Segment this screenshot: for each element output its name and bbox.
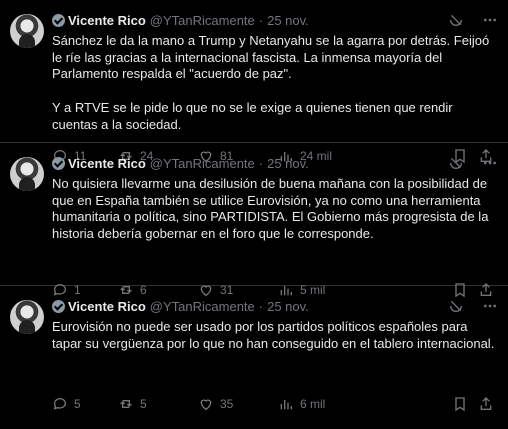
like-button[interactable]: 35 [198, 396, 233, 412]
share-icon [480, 397, 492, 410]
tweet-text: No quisiera llevarme una desilusión de b… [52, 176, 489, 242]
tweet-text: Sánchez le da la mano a Trump y Netanyah… [52, 33, 490, 132]
verified-badge-icon [52, 13, 65, 27]
more-options-icon[interactable] [482, 12, 498, 28]
separator-dot: · [258, 298, 264, 314]
tweet-date[interactable]: 25 nov. [267, 299, 309, 314]
views-button[interactable]: 6 mil [278, 396, 325, 412]
separator-dot: · [258, 12, 264, 28]
more-options-icon[interactable] [482, 155, 498, 171]
retweet-button[interactable]: 5 [118, 396, 147, 412]
bookmark-button[interactable] [452, 396, 468, 415]
views-count: 6 mil [300, 397, 326, 411]
like-count: 35 [220, 397, 234, 411]
like-icon [200, 399, 212, 411]
reply-count: 5 [74, 397, 81, 411]
tweet[interactable]: Vicente Rico @YTanRicamente · 25 nov. Eu… [0, 286, 508, 429]
tweet-date[interactable]: 25 nov. [267, 156, 309, 171]
author-handle[interactable]: @YTanRicamente [150, 299, 255, 314]
tweet-date[interactable]: 25 nov. [267, 13, 309, 28]
author-name[interactable]: Vicente Rico [68, 156, 146, 171]
tweet-header: Vicente Rico @YTanRicamente · 25 nov. [52, 10, 498, 30]
author-handle[interactable]: @YTanRicamente [150, 13, 255, 28]
share-button[interactable] [478, 396, 494, 415]
avatar[interactable] [10, 14, 44, 48]
grok-icon[interactable] [448, 12, 464, 28]
author-handle[interactable]: @YTanRicamente [150, 156, 255, 171]
tweet-text: Eurovisión no puede ser usado por los pa… [52, 319, 495, 351]
reply-button[interactable]: 5 [52, 396, 81, 412]
retweet-count: 5 [140, 397, 147, 411]
more-options-icon[interactable] [482, 298, 498, 314]
tweet-header: Vicente Rico @YTanRicamente · 25 nov. [52, 153, 498, 173]
grok-icon[interactable] [448, 298, 464, 314]
views-icon [280, 400, 292, 410]
tweet[interactable]: Vicente Rico @YTanRicamente · 25 nov. No… [0, 143, 508, 298]
retweet-icon [120, 400, 132, 408]
separator-dot: · [258, 155, 264, 171]
grok-icon[interactable] [448, 155, 464, 171]
tweet-header: Vicente Rico @YTanRicamente · 25 nov. [52, 296, 498, 316]
tweet[interactable]: Vicente Rico @YTanRicamente · 25 nov. Sá… [0, 0, 508, 164]
avatar[interactable] [10, 300, 44, 334]
verified-badge-icon [52, 299, 65, 313]
reply-icon [53, 397, 67, 410]
timeline: Vicente Rico @YTanRicamente · 25 nov. Sá… [0, 0, 508, 429]
author-name[interactable]: Vicente Rico [68, 13, 146, 28]
verified-badge-icon [52, 156, 65, 170]
author-name[interactable]: Vicente Rico [68, 299, 146, 314]
avatar[interactable] [10, 157, 44, 191]
bookmark-icon [455, 397, 465, 412]
